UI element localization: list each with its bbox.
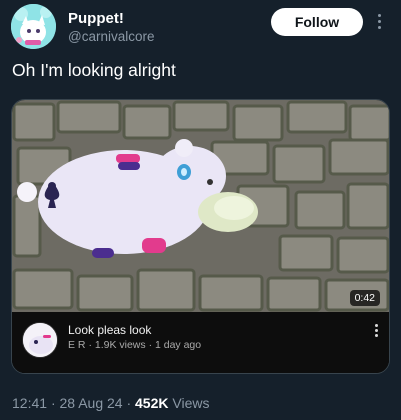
video-views: 1.9K views xyxy=(94,339,146,351)
video-duration: 0:42 xyxy=(349,290,380,306)
tweet-text: Oh I'm looking alright xyxy=(12,60,176,80)
video-meta: E R · 1.9K views · 1 day ago xyxy=(68,339,202,351)
more-icon[interactable] xyxy=(376,14,382,32)
video-info: Look pleas look E R · 1.9K views · 1 day… xyxy=(12,312,389,373)
views-count: 452K xyxy=(135,395,169,411)
display-name[interactable]: Puppet! xyxy=(68,10,124,27)
tweet-header: Puppet! @carnivalcore Follow xyxy=(0,0,401,50)
tweet-footer: 12:41 · 28 Aug 24 · 452K Views xyxy=(12,395,210,411)
channel-initials[interactable]: E R xyxy=(68,339,86,351)
video-thumbnail xyxy=(12,100,389,312)
user-handle[interactable]: @carnivalcore xyxy=(68,29,154,44)
channel-avatar[interactable] xyxy=(22,322,58,358)
tweet-date[interactable]: 28 Aug 24 xyxy=(60,395,123,411)
follow-button[interactable]: Follow xyxy=(271,8,363,36)
video-card[interactable]: 0:42 Look pleas look E R · 1.9K views · … xyxy=(11,99,390,374)
avatar[interactable] xyxy=(11,4,56,49)
tweet-time[interactable]: 12:41 xyxy=(12,395,47,411)
views-label: Views xyxy=(172,395,210,411)
video-player[interactable]: 0:42 xyxy=(12,100,389,312)
video-title[interactable]: Look pleas look xyxy=(68,323,151,337)
video-menu-icon[interactable] xyxy=(375,324,379,339)
video-age: 1 day ago xyxy=(154,339,202,351)
